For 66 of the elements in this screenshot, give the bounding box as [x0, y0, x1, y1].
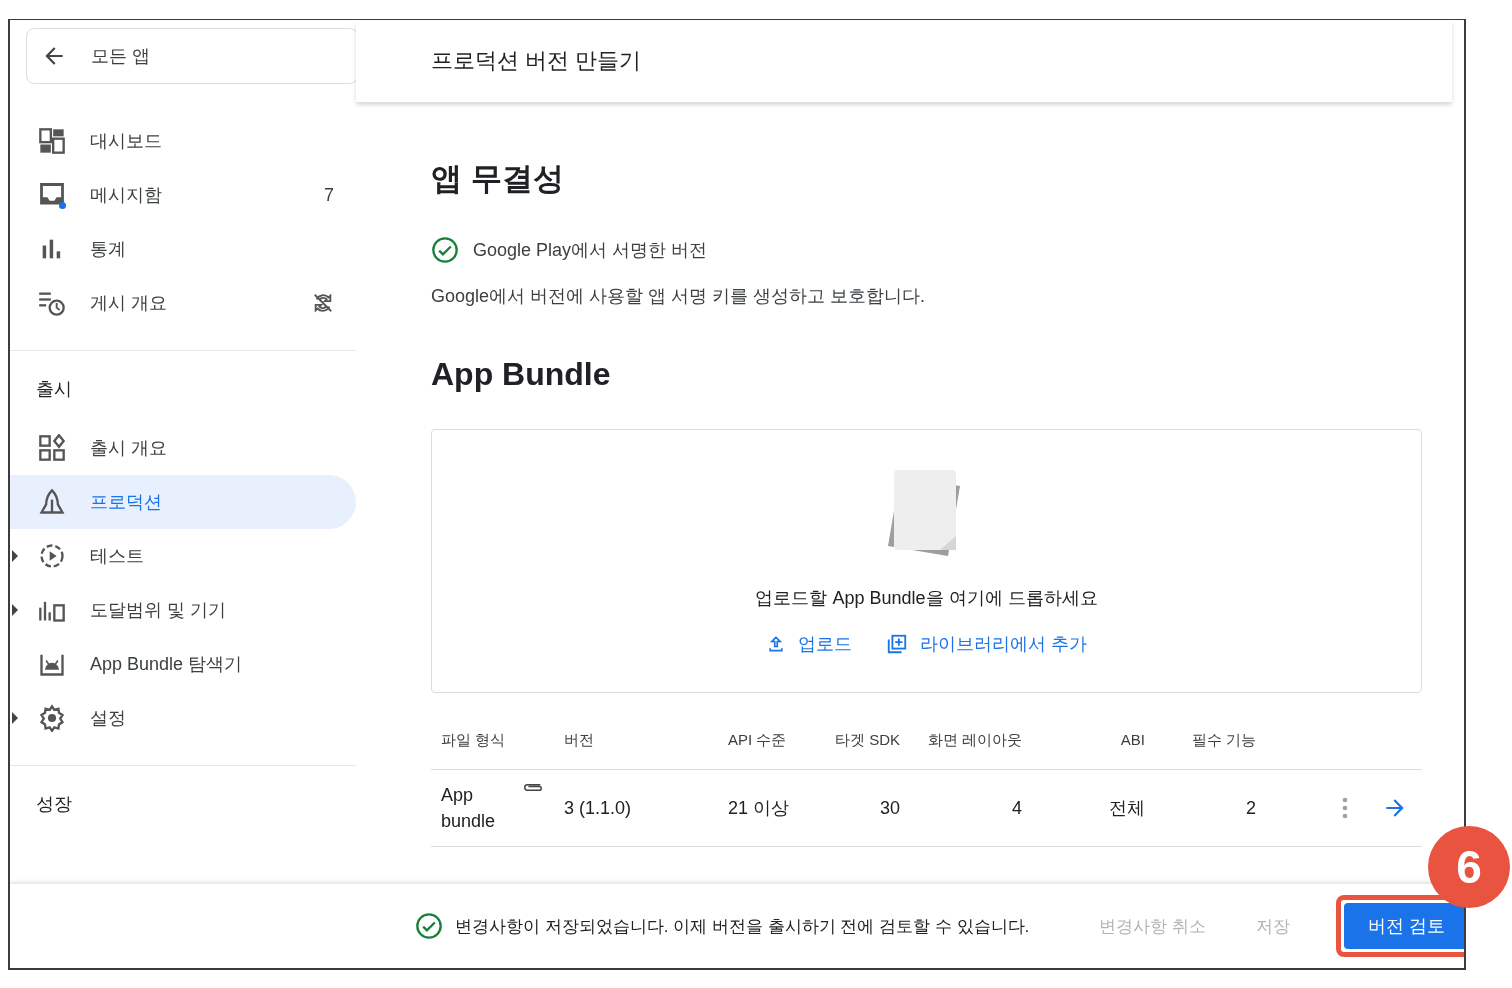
nav-label: 메시지함: [90, 184, 163, 207]
column-header: 화면 레이아웃: [926, 731, 1022, 750]
nav-label: 프로덕션: [90, 491, 163, 514]
nav-label: 도달범위 및 기기: [90, 599, 227, 622]
table-cell-text: 4: [1011, 797, 1022, 819]
unread-count: 7: [324, 184, 334, 206]
nav-item[interactable]: 프로덕션: [10, 475, 356, 529]
check-circle-icon: [415, 912, 443, 940]
nav-label: 설정: [90, 707, 127, 730]
nav-item[interactable]: App Bundle 탐색기: [10, 637, 356, 691]
column-header: 버전: [563, 731, 595, 750]
nav-label: 통계: [90, 238, 127, 261]
save-message: 변경사항이 저장되었습니다. 이제 버전을 출시하기 전에 검토할 수 있습니다.: [455, 915, 1030, 938]
nav-item[interactable]: 출시 개요: [10, 421, 356, 475]
page-title: 프로덕션 버전 만들기: [431, 47, 642, 75]
nav-label: 대시보드: [90, 130, 163, 153]
drop-zone[interactable]: 업로드할 App Bundle을 여기에 드롭하세요 업로드 라이브러리에서 추가: [431, 429, 1422, 693]
section-title: 출시: [35, 378, 73, 401]
column-header: API 수준: [727, 731, 788, 750]
action-link[interactable]: 업로드: [766, 632, 852, 656]
action-link[interactable]: 라이브러리에서 추가: [886, 632, 1087, 656]
settings-icon: [38, 704, 66, 732]
play-circle-icon: [38, 542, 66, 570]
grid-shapes-icon: [38, 434, 66, 462]
more-options-icon[interactable]: [1342, 796, 1348, 820]
sync-off-icon: [312, 292, 334, 314]
table-cell-text: 2: [1245, 797, 1256, 819]
nav-item[interactable]: 메시지함 7: [10, 168, 356, 222]
expand-arrow-icon[interactable]: [12, 604, 18, 616]
nav-label: 테스트: [90, 545, 145, 568]
nav-item[interactable]: 테스트: [10, 529, 356, 583]
paperclip-icon: [522, 782, 544, 793]
review-button[interactable]: 버전 검토: [1343, 903, 1464, 949]
rocket-icon: [38, 488, 66, 516]
nav-item[interactable]: 대시보드: [10, 114, 356, 168]
upload-icon: [766, 634, 786, 654]
table-cell-text: App bundle: [441, 784, 497, 833]
table-cell-text: 전체: [1108, 797, 1145, 820]
expand-arrow-icon[interactable]: [12, 550, 18, 562]
nav-item[interactable]: 통계: [10, 222, 356, 276]
table-cell-text: 30: [878, 797, 900, 819]
signing-status: Google Play에서 서명한 버전: [473, 239, 708, 262]
step-badge: 6: [1428, 826, 1510, 908]
nav-item[interactable]: 설정: [10, 691, 356, 745]
nav-item[interactable]: 도달범위 및 기기: [10, 583, 356, 637]
back-button[interactable]: 모든 앱: [26, 28, 358, 84]
drop-hint: 업로드할 App Bundle을 여기에 드롭하세요: [755, 587, 1098, 610]
column-header: ABI: [1119, 731, 1145, 748]
expand-arrow-icon[interactable]: [12, 712, 18, 724]
section-title: 성장: [35, 793, 73, 816]
nav-item[interactable]: 게시 개요: [10, 276, 356, 330]
table-cell-text: 3 (1.1.0): [563, 797, 633, 819]
column-header: 타겟 SDK: [834, 731, 900, 750]
nav-label: 출시 개요: [90, 437, 168, 460]
description: Google에서 버전에 사용할 앱 서명 키를 생성하고 보호합니다.: [431, 285, 927, 308]
section-heading: 앱 무결성: [431, 160, 565, 198]
inbox-icon: [38, 181, 66, 209]
table-cell-text: 21 이상: [727, 797, 791, 820]
dashboard-icon: [38, 127, 66, 155]
add-library-icon: [886, 633, 908, 655]
column-header: 파일 형식: [440, 731, 507, 750]
nav-label: 게시 개요: [90, 292, 168, 315]
nav-label: App Bundle 탐색기: [90, 653, 244, 676]
column-header: 필수 기능: [1190, 731, 1256, 750]
section-heading: App Bundle: [431, 356, 612, 393]
check-circle-icon: [431, 236, 459, 264]
